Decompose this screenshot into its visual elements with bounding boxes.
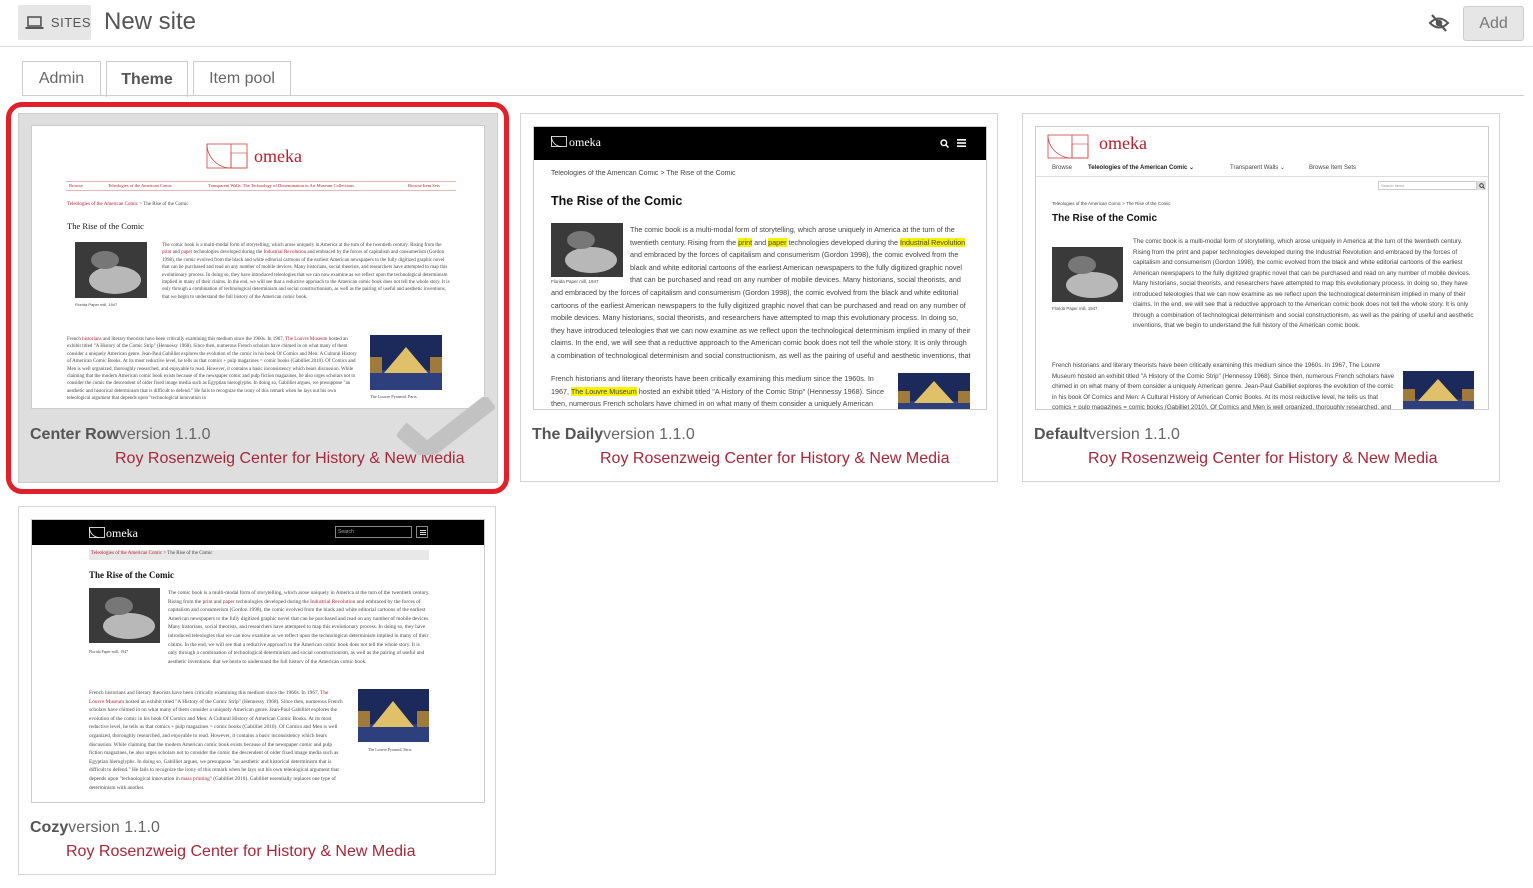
theme-author-link[interactable]: Roy Rosenzweig Center for History & New … [66, 843, 415, 861]
preview-paragraph: The comic book is a multi-modal form of … [168, 590, 430, 663]
theme-card-cozy[interactable]: omeka Search Teleologies of the American… [18, 506, 496, 875]
preview-paragraph: French historians and literary theorists… [89, 690, 343, 791]
search-placeholder: Search [338, 529, 354, 535]
theme-name: The Dailyversion 1.1.0 [532, 426, 695, 443]
sites-button[interactable]: SITES [18, 5, 91, 40]
dark-nav-bar: omeka Search [32, 520, 484, 545]
louvre-image [1403, 371, 1474, 409]
nav-item: Browse [1052, 165, 1073, 171]
theme-preview-default: omeka Browse Teleologies of the American… [1035, 126, 1489, 410]
preview-paragraph: The comic book is a multi-modal form of … [162, 243, 450, 300]
theme-preview-the-daily: omeka Teleologies of the American Comic … [533, 126, 987, 410]
nav-bar: Browse Teleologies of the American Comic… [66, 181, 456, 191]
preview-page-title: The Rise of the Comic [551, 194, 683, 208]
image-caption: Florida Paper mill, 1947 [1052, 306, 1098, 311]
image-caption: The Louvre Pyramid, Paris. [368, 747, 413, 752]
search-input: Search [335, 526, 412, 538]
nav-item: Teleologies of the American Comic [108, 183, 172, 188]
breadcrumb-bar: Teleologies of the American Comic > The … [89, 550, 429, 560]
omeka-logo-text: omeka [1099, 133, 1147, 153]
breadcrumb: Teleologies of the American Comic > The … [551, 170, 736, 177]
image-caption: Florida Paper mill, 1947 [89, 649, 129, 654]
nav-item: Transparent Walls: The Technology of Dis… [208, 183, 355, 188]
sites-label: SITES [50, 15, 91, 30]
theme-author-link[interactable]: Roy Rosenzweig Center for History & New … [1088, 450, 1437, 468]
check-icon [397, 397, 495, 455]
theme-preview-center-row: omeka Browse Teleologies of the American… [31, 125, 485, 409]
omeka-logo-icon [89, 527, 105, 538]
page-title: New site [104, 8, 197, 35]
add-button[interactable]: Add [1463, 6, 1524, 41]
nav-item: Browse Item Sets [1309, 165, 1357, 171]
tab-bar: Admin Theme Item pool [22, 61, 296, 97]
eye-slash-icon[interactable] [1428, 13, 1450, 33]
paper-mill-image [75, 242, 147, 298]
nav-bar: Browse Teleologies of the American Comic… [1036, 161, 1488, 175]
menu-icon [419, 530, 426, 535]
theme-name: Center Rowversion 1.1.0 [30, 426, 211, 443]
theme-author-link[interactable]: Roy Rosenzweig Center for History & New … [600, 450, 949, 468]
theme-card-center-row[interactable]: omeka Browse Teleologies of the American… [18, 113, 498, 483]
theme-preview-cozy: omeka Search Teleologies of the American… [31, 519, 485, 803]
laptop-icon [25, 15, 44, 29]
image-caption: Florida Paper mill, 1947 [75, 302, 118, 307]
louvre-image [898, 373, 970, 409]
omeka-logo-text: omeka [106, 526, 138, 540]
louvre-image [358, 689, 429, 742]
preview-paragraph: French historians and literary theorists… [67, 337, 357, 402]
menu-button [416, 526, 428, 538]
search-placeholder: Search items [1381, 183, 1405, 188]
preview-paragraph-continued: and embraced by the forces of capitalism… [551, 288, 971, 360]
preview-page-title: The Rise of the Comic [1052, 213, 1158, 224]
tab-theme[interactable]: Theme [106, 61, 188, 97]
search-input: Search items [1378, 181, 1477, 190]
omeka-logo-text: omeka [254, 146, 302, 166]
tab-admin[interactable]: Admin [22, 61, 101, 96]
nav-item: Teleologies of the American Comic ⌄ [1088, 165, 1195, 171]
preview-page-title: The Rise of the Comic [67, 221, 144, 231]
omeka-logo-icon [1047, 134, 1089, 159]
theme-name: Defaultversion 1.1.0 [1034, 426, 1180, 443]
divider [1036, 176, 1488, 177]
theme-card-default[interactable]: omeka Browse Teleologies of the American… [1022, 113, 1500, 482]
omeka-logo-text: omeka [569, 135, 601, 149]
theme-name: Cozyversion 1.1.0 [30, 819, 160, 836]
menu-icon [957, 139, 966, 147]
top-bar: SITES New site Add [0, 0, 1533, 47]
breadcrumb-current: The Rise of the Comic [143, 202, 189, 207]
omeka-logo-icon [206, 143, 248, 169]
search-icon [1478, 182, 1485, 189]
preview-page-title: The Rise of the Comic [89, 570, 174, 580]
breadcrumb: Teleologies of the American Comic > The … [91, 551, 213, 556]
paper-mill-image [1052, 247, 1123, 302]
theme-card-the-daily[interactable]: omeka Teleologies of the American Comic … [520, 113, 998, 482]
tab-divider [22, 95, 1524, 96]
preview-paragraph: The comic book is a multi-modal form of … [1133, 238, 1474, 329]
breadcrumb: Teleologies of the American Comic > The … [1052, 201, 1171, 206]
breadcrumb: Teleologies of the American Comic > The … [67, 201, 189, 210]
search-icon [940, 139, 949, 148]
paper-mill-image [551, 223, 623, 277]
image-caption: Florida Paper mill, 1947 [551, 279, 599, 284]
dark-nav-bar: omeka [534, 127, 986, 160]
preview-paragraph: The comic book is a multi-modal form of … [630, 225, 966, 285]
louvre-image [370, 335, 442, 390]
preview-paragraph: French historians and literary theorists… [1052, 362, 1395, 410]
preview-paragraph: French historians and literary theorists… [551, 374, 884, 409]
tab-item-pool[interactable]: Item pool [193, 61, 291, 96]
omeka-logo-icon [551, 136, 567, 147]
nav-item: Browse Item Sets [408, 183, 440, 188]
nav-item: Browse [69, 183, 83, 188]
nav-item: Transparent Walls ⌄ [1230, 165, 1285, 171]
search-button [1477, 181, 1486, 190]
breadcrumb-link: Teleologies of the American Comic [67, 202, 139, 207]
paper-mill-image [89, 588, 160, 643]
